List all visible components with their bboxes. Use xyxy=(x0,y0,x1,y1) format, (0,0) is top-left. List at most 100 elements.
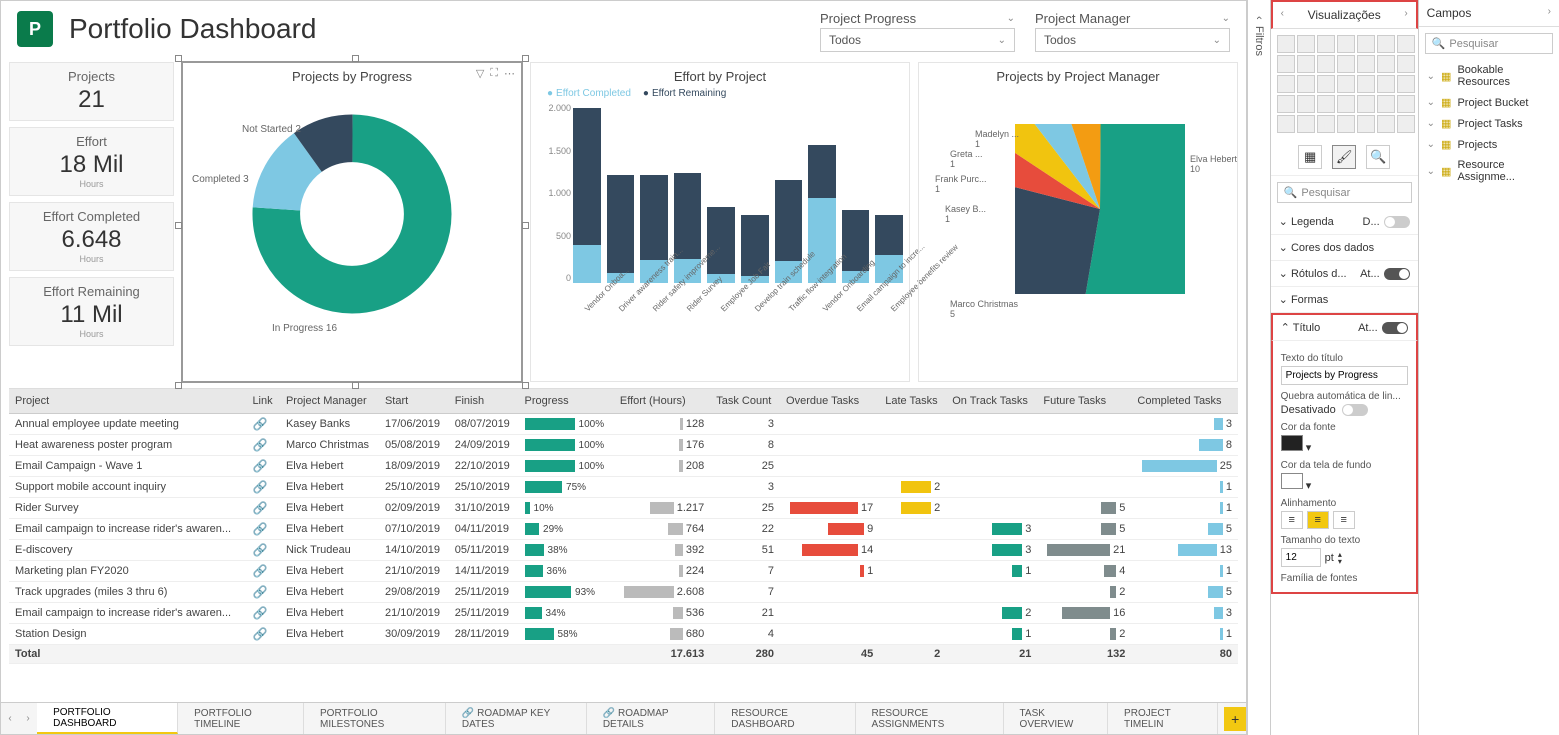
viz-type-icon[interactable] xyxy=(1337,115,1355,133)
viz-type-icon[interactable] xyxy=(1357,35,1375,53)
viz-type-icon[interactable] xyxy=(1397,75,1415,93)
fields-search[interactable]: 🔍 Pesquisar xyxy=(1425,33,1553,54)
viz-type-icon[interactable] xyxy=(1357,115,1375,133)
more-icon[interactable]: ⋯ xyxy=(504,67,515,80)
field-table[interactable]: ⌄ ▦ Bookable Resources xyxy=(1419,60,1559,92)
page-tab[interactable]: RESOURCE ASSIGNMENTS xyxy=(856,703,1004,734)
page-tab[interactable]: PORTFOLIO TIMELINE xyxy=(178,703,304,734)
viz-type-icon[interactable] xyxy=(1317,55,1335,73)
field-table[interactable]: ⌄ ▦ Resource Assignme... xyxy=(1419,155,1559,187)
table-row[interactable]: Track upgrades (miles 3 thru 6)🔗Elva Heb… xyxy=(9,582,1238,603)
viz-type-icon[interactable] xyxy=(1337,35,1355,53)
viz-type-icon[interactable] xyxy=(1377,75,1395,93)
wrap-toggle[interactable] xyxy=(1342,404,1368,416)
bg-color-swatch[interactable] xyxy=(1281,473,1303,489)
viz-type-icon[interactable] xyxy=(1397,55,1415,73)
align-left[interactable]: ≡ xyxy=(1281,511,1303,529)
page-tab[interactable]: RESOURCE DASHBOARD xyxy=(715,703,855,734)
filters-pane-collapsed[interactable]: ‹ Filtros xyxy=(1247,0,1270,735)
align-right[interactable]: ≡ xyxy=(1333,511,1355,529)
page-tab[interactable]: 🔗 ROADMAP DETAILS xyxy=(587,703,715,734)
viz-type-icon[interactable] xyxy=(1337,95,1355,113)
section-titulo[interactable]: ⌃ Título At... xyxy=(1271,313,1418,341)
link-icon[interactable]: 🔗 xyxy=(252,543,267,557)
link-icon[interactable]: 🔗 xyxy=(252,480,267,494)
viz-type-icon[interactable] xyxy=(1317,35,1335,53)
table-row[interactable]: Email campaign to increase rider's aware… xyxy=(9,603,1238,624)
filter-icon[interactable]: ▽ xyxy=(476,67,484,80)
fields-tab[interactable]: ▦ xyxy=(1298,145,1322,169)
tab-add[interactable]: + xyxy=(1224,707,1246,731)
section-formas[interactable]: ⌄ Formas xyxy=(1271,287,1418,313)
viz-type-icon[interactable] xyxy=(1317,115,1335,133)
table-row[interactable]: Support mobile account inquiry🔗Elva Hebe… xyxy=(9,477,1238,498)
viz-type-icon[interactable] xyxy=(1357,75,1375,93)
viz-type-icon[interactable] xyxy=(1397,95,1415,113)
table-row[interactable]: Rider Survey🔗Elva Hebert02/09/201931/10/… xyxy=(9,498,1238,519)
field-table[interactable]: ⌄ ▦ Project Bucket xyxy=(1419,92,1559,113)
link-icon[interactable]: 🔗 xyxy=(252,606,267,620)
slicer-project-progress[interactable]: Project Progress⌄ Todos⌄ xyxy=(820,11,1015,52)
viz-type-icon[interactable] xyxy=(1277,95,1295,113)
format-tab[interactable]: 🖌 xyxy=(1332,145,1356,169)
expand-icon[interactable]: › xyxy=(1404,8,1407,22)
expand-icon[interactable]: › xyxy=(1548,6,1551,20)
slicer-project-manager[interactable]: Project Manager⌄ Todos⌄ xyxy=(1035,11,1230,52)
card-effort-remaining[interactable]: Effort Remaining 11 Mil Hours xyxy=(9,277,174,346)
link-icon[interactable]: 🔗 xyxy=(252,501,267,515)
link-icon[interactable]: 🔗 xyxy=(252,564,267,578)
page-tab[interactable]: TASK OVERVIEW xyxy=(1004,703,1109,734)
table-row[interactable]: Heat awareness poster program🔗Marco Chri… xyxy=(9,435,1238,456)
link-icon[interactable]: 🔗 xyxy=(252,585,267,599)
donut-projects-by-progress[interactable]: ▽ ⛶ ⋯ Projects by Progress Not Started 2… xyxy=(182,62,522,382)
viz-type-icon[interactable] xyxy=(1297,35,1315,53)
section-rotulos[interactable]: ⌄ Rótulos d... At... xyxy=(1271,261,1418,287)
page-tab[interactable]: PROJECT TIMELIN xyxy=(1108,703,1218,734)
viz-type-icon[interactable] xyxy=(1337,75,1355,93)
section-cores[interactable]: ⌄ Cores dos dados xyxy=(1271,235,1418,261)
table-row[interactable]: Email Campaign - Wave 1🔗Elva Hebert18/09… xyxy=(9,456,1238,477)
viz-type-icon[interactable] xyxy=(1297,115,1315,133)
viz-type-icon[interactable] xyxy=(1277,35,1295,53)
viz-type-icon[interactable] xyxy=(1377,55,1395,73)
font-color-swatch[interactable] xyxy=(1281,435,1303,451)
viz-type-icon[interactable] xyxy=(1377,35,1395,53)
collapse-icon[interactable]: ‹ xyxy=(1281,8,1284,22)
table-row[interactable]: E-discovery🔗Nick Trudeau14/10/201905/11/… xyxy=(9,540,1238,561)
page-tab[interactable]: PORTFOLIO MILESTONES xyxy=(304,703,446,734)
viz-type-icon[interactable] xyxy=(1297,55,1315,73)
link-icon[interactable]: 🔗 xyxy=(252,522,267,536)
card-effort[interactable]: Effort 18 Mil Hours xyxy=(9,127,174,196)
page-tab[interactable]: 🔗 ROADMAP KEY DATES xyxy=(446,703,587,734)
viz-type-icon[interactable] xyxy=(1277,115,1295,133)
viz-type-icon[interactable] xyxy=(1397,115,1415,133)
bar-effort-by-project[interactable]: Effort by Project Effort Completed Effor… xyxy=(530,62,910,382)
tab-next[interactable]: › xyxy=(19,713,37,724)
viz-type-icon[interactable] xyxy=(1297,95,1315,113)
text-size-input[interactable] xyxy=(1281,548,1321,567)
pie-projects-by-manager[interactable]: Projects by Project Manager Elva Hebert1… xyxy=(918,62,1238,382)
table-row[interactable]: Annual employee update meeting🔗Kasey Ban… xyxy=(9,414,1238,435)
align-center[interactable]: ≡ xyxy=(1307,511,1329,529)
viz-type-icon[interactable] xyxy=(1357,95,1375,113)
field-table[interactable]: ⌄ ▦ Project Tasks xyxy=(1419,113,1559,134)
table-row[interactable]: Marketing plan FY2020🔗Elva Hebert21/10/2… xyxy=(9,561,1238,582)
field-table[interactable]: ⌄ ▦ Projects xyxy=(1419,134,1559,155)
card-projects[interactable]: Projects 21 xyxy=(9,62,174,121)
table-row[interactable]: Email campaign to increase rider's aware… xyxy=(9,519,1238,540)
viz-type-icon[interactable] xyxy=(1377,95,1395,113)
title-text-input[interactable] xyxy=(1281,366,1408,385)
analytics-tab[interactable]: 🔍 xyxy=(1366,145,1390,169)
viz-type-icon[interactable] xyxy=(1277,75,1295,93)
link-icon[interactable]: 🔗 xyxy=(252,459,267,473)
section-legenda[interactable]: ⌄ Legenda D... xyxy=(1271,209,1418,235)
link-icon[interactable]: 🔗 xyxy=(252,438,267,452)
page-tab[interactable]: PORTFOLIO DASHBOARD xyxy=(37,703,178,734)
viz-type-icon[interactable] xyxy=(1397,35,1415,53)
tab-prev[interactable]: ‹ xyxy=(1,713,19,724)
viz-type-icon[interactable] xyxy=(1357,55,1375,73)
viz-type-icon[interactable] xyxy=(1317,75,1335,93)
viz-type-icon[interactable] xyxy=(1377,115,1395,133)
projects-table[interactable]: ProjectLinkProject ManagerStartFinishPro… xyxy=(9,388,1238,702)
viz-type-icon[interactable] xyxy=(1337,55,1355,73)
